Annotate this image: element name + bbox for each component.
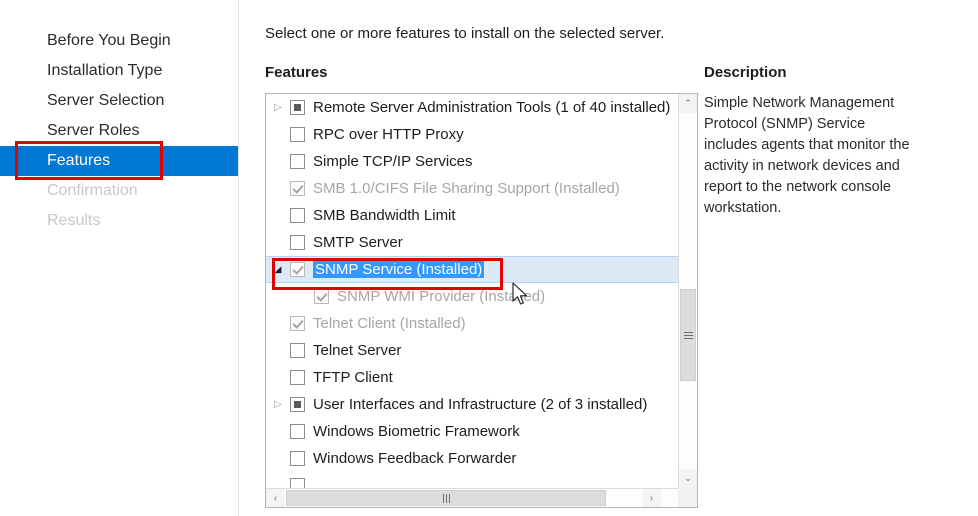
features-list-vertical-scrollbar[interactable]: ⌃ ⌄ — [678, 94, 697, 488]
feature-row[interactable]: TFTP Client — [266, 364, 680, 391]
feature-row[interactable]: RPC over HTTP Proxy — [266, 121, 680, 148]
feature-checkbox[interactable] — [290, 370, 305, 385]
feature-checkbox[interactable] — [290, 424, 305, 439]
sidebar-item-server-roles[interactable]: Server Roles — [0, 116, 238, 146]
expander-placeholder — [270, 373, 286, 383]
feature-label: Remote Server Administration Tools (1 of… — [313, 99, 671, 116]
sidebar-item-installation-type[interactable]: Installation Type — [0, 56, 238, 86]
sidebar-item-label: Before You Begin — [47, 32, 171, 49]
feature-label: SMB Bandwidth Limit — [313, 207, 456, 224]
scroll-down-arrow-icon[interactable]: ⌄ — [679, 469, 697, 488]
scroll-right-arrow-icon[interactable]: › — [642, 489, 661, 507]
feature-label: Simple TCP/IP Services — [313, 153, 473, 170]
sidebar-item-label: Server Selection — [47, 92, 165, 109]
expander-placeholder — [270, 481, 286, 489]
features-listbox[interactable]: ▷ Remote Server Administration Tools (1 o… — [265, 93, 698, 508]
wizard-step-sidebar: Before You Begin Installation Type Server … — [0, 0, 238, 516]
scroll-up-arrow-icon[interactable]: ⌃ — [679, 94, 697, 113]
feature-label: SMB 1.0/CIFS File Sharing Support (Insta… — [313, 180, 620, 197]
sidebar-item-label: Results — [47, 212, 101, 229]
expander-placeholder — [270, 211, 286, 221]
expand-triangle-icon[interactable]: ▷ — [270, 102, 286, 113]
features-list-viewport: ▷ Remote Server Administration Tools (1 o… — [266, 94, 680, 488]
feature-row[interactable] — [266, 472, 680, 488]
expander-placeholder — [270, 427, 286, 437]
sidebar-item-label: Installation Type — [47, 62, 163, 79]
feature-row[interactable]: SNMP WMI Provider (Installed) — [266, 283, 680, 310]
expander-placeholder — [270, 319, 286, 329]
expander-placeholder — [270, 454, 286, 464]
sidebar-item-label: Features — [47, 152, 111, 169]
sidebar-item-before-you-begin[interactable]: Before You Begin — [0, 26, 238, 56]
sidebar-item-results: Results — [0, 206, 238, 236]
collapse-triangle-icon[interactable]: ◢ — [270, 265, 286, 274]
feature-checkbox[interactable] — [290, 100, 305, 115]
server-manager-add-roles-features-wizard: Before You Begin Installation Type Server … — [0, 0, 978, 516]
features-list-horizontal-scrollbar[interactable]: ‹ › — [266, 488, 680, 507]
feature-row[interactable]: Telnet Client (Installed) — [266, 310, 680, 337]
expander-placeholder — [270, 130, 286, 140]
sidebar-item-confirmation: Confirmation — [0, 176, 238, 206]
description-body: Simple Network Management Protocol (SNMP… — [704, 95, 910, 216]
feature-checkbox[interactable] — [290, 154, 305, 169]
scroll-left-arrow-icon[interactable]: ‹ — [266, 489, 285, 507]
scrollbar-grip-icon — [442, 493, 450, 503]
feature-row[interactable]: Simple TCP/IP Services — [266, 148, 680, 175]
features-content-pane: Select one or more features to install o… — [239, 0, 978, 516]
feature-row-selected[interactable]: ◢ SNMP Service (Installed) — [266, 256, 680, 283]
feature-checkbox[interactable] — [290, 235, 305, 250]
feature-row[interactable]: SMB 1.0/CIFS File Sharing Support (Insta… — [266, 175, 680, 202]
expander-placeholder — [270, 238, 286, 248]
vertical-scrollbar-thumb[interactable] — [680, 289, 696, 381]
feature-row[interactable]: ▷ Remote Server Administration Tools (1 o… — [266, 94, 680, 121]
sidebar-item-label: Confirmation — [47, 182, 138, 199]
feature-checkbox[interactable] — [290, 127, 305, 142]
sidebar-item-features[interactable]: Features — [0, 146, 238, 176]
mouse-cursor-icon — [512, 282, 527, 305]
feature-row[interactable]: Windows Feedback Forwarder — [266, 445, 680, 472]
feature-label: User Interfaces and Infrastructure (2 of… — [313, 396, 648, 413]
expander-placeholder — [270, 346, 286, 356]
feature-label: TFTP Client — [313, 369, 393, 386]
features-section-label: Features — [265, 64, 328, 81]
feature-checkbox — [290, 181, 305, 196]
feature-checkbox[interactable] — [290, 397, 305, 412]
feature-checkbox[interactable] — [290, 478, 305, 488]
description-title: Description — [704, 64, 787, 81]
sidebar-item-server-selection[interactable]: Server Selection — [0, 86, 238, 116]
feature-row[interactable]: SMTP Server — [266, 229, 680, 256]
expander-placeholder — [294, 292, 310, 302]
scrollbar-corner — [678, 488, 697, 507]
feature-checkbox[interactable] — [290, 343, 305, 358]
horizontal-scrollbar-thumb[interactable] — [286, 490, 606, 506]
sidebar-item-label: Server Roles — [47, 122, 140, 139]
expand-triangle-icon[interactable]: ▷ — [270, 399, 286, 410]
feature-checkbox[interactable] — [290, 451, 305, 466]
feature-checkbox — [314, 289, 329, 304]
expander-placeholder — [270, 184, 286, 194]
feature-row[interactable]: SMB Bandwidth Limit — [266, 202, 680, 229]
feature-label: RPC over HTTP Proxy — [313, 126, 464, 143]
feature-row[interactable]: ▷ User Interfaces and Infrastructure (2 o… — [266, 391, 680, 418]
expander-placeholder — [270, 157, 286, 167]
instruction-text: Select one or more features to install o… — [265, 25, 665, 42]
feature-row[interactable]: Windows Biometric Framework — [266, 418, 680, 445]
feature-label: Telnet Client (Installed) — [313, 315, 466, 332]
feature-label: Windows Feedback Forwarder — [313, 450, 517, 467]
feature-label: Windows Biometric Framework — [313, 423, 520, 440]
feature-checkbox — [290, 316, 305, 331]
feature-row[interactable]: Telnet Server — [266, 337, 680, 364]
feature-label: SMTP Server — [313, 234, 403, 251]
feature-label: Telnet Server — [313, 342, 402, 359]
scrollbar-grip-icon — [683, 331, 693, 339]
feature-checkbox — [290, 262, 305, 277]
feature-label: SNMP Service (Installed) — [313, 261, 485, 278]
feature-checkbox[interactable] — [290, 208, 305, 223]
